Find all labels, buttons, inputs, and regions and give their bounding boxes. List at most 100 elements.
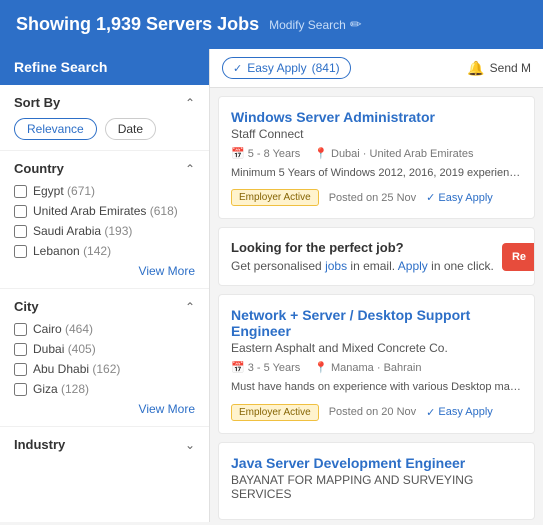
country-uae-checkbox[interactable]	[14, 205, 27, 218]
industry-header[interactable]: Industry ⌄	[14, 437, 195, 452]
city-dubai: Dubai (405)	[14, 342, 195, 356]
city-header: City ⌃	[14, 299, 195, 314]
company-name-1: Staff Connect	[231, 127, 522, 141]
country-lebanon-label: Lebanon (142)	[33, 244, 111, 258]
easy-apply-label-2: Easy Apply	[438, 406, 492, 418]
job-meta-1: 📅 5 - 8 Years 📍 Dubai · United Arab Emir…	[231, 147, 522, 160]
pin-icon-2: 📍	[314, 361, 328, 374]
relevance-sort-button[interactable]: Relevance	[14, 118, 97, 140]
country-saudi-label: Saudi Arabia (193)	[33, 224, 132, 238]
main-layout: Refine Search Sort By ⌃ Relevance Date C…	[0, 49, 543, 522]
tick-icon-1: ✓	[426, 191, 435, 204]
experience-2: 3 - 5 Years	[248, 362, 301, 374]
sort-buttons: Relevance Date	[14, 118, 195, 140]
industry-label: Industry	[14, 437, 65, 452]
sort-by-header: Sort By ⌃	[14, 95, 195, 110]
sidebar-title: Refine Search	[0, 49, 209, 85]
easy-apply-count: (841)	[312, 61, 340, 75]
job-card-3: Java Server Development Engineer BAYANAT…	[218, 442, 535, 520]
sidebar: Refine Search Sort By ⌃ Relevance Date C…	[0, 49, 210, 522]
city-list: Cairo (464) Dubai (405) Abu Dhabi (162) …	[14, 322, 195, 396]
company-name-2: Eastern Asphalt and Mixed Concrete Co.	[231, 341, 522, 355]
industry-chevron-icon: ⌄	[185, 438, 195, 452]
briefcase-icon-2: 📅	[231, 361, 245, 374]
modify-search-link[interactable]: Modify Search ✏	[269, 16, 361, 33]
country-egypt-checkbox[interactable]	[14, 185, 27, 198]
country-header: Country ⌃	[14, 161, 195, 176]
location-2: Manama · Bahrain	[331, 362, 422, 374]
country-lebanon-checkbox[interactable]	[14, 245, 27, 258]
job-card-1: Windows Server Administrator Staff Conne…	[218, 96, 535, 219]
country-saudi: Saudi Arabia (193)	[14, 224, 195, 238]
easy-apply-label: Easy Apply	[247, 61, 306, 75]
city-abudhabi-label: Abu Dhabi (162)	[33, 362, 120, 376]
location-1: Dubai · United Arab Emirates	[331, 148, 473, 160]
tick-icon-2: ✓	[426, 406, 435, 419]
modify-search-label: Modify Search	[269, 18, 346, 32]
employer-badge-1: Employer Active	[231, 189, 319, 206]
personalised-text-part1: Get personalised	[231, 259, 325, 273]
country-egypt: Egypt (671)	[14, 184, 195, 198]
content-area: ✓ Easy Apply (841) 🔔 Send M Windows Serv…	[210, 49, 543, 522]
country-egypt-label: Egypt (671)	[33, 184, 95, 198]
personalised-card: Looking for the perfect job? Get persona…	[218, 227, 535, 286]
sort-by-label: Sort By	[14, 95, 60, 110]
experience-1: 5 - 8 Years	[248, 148, 301, 160]
job-title-3[interactable]: Java Server Development Engineer	[231, 455, 522, 471]
personalised-text: Get personalised jobs in email. Apply in…	[231, 259, 522, 273]
city-giza-checkbox[interactable]	[14, 383, 27, 396]
job-footer-2: Employer Active Posted on 20 Nov ✓ Easy …	[231, 404, 522, 421]
register-button[interactable]: Re	[502, 243, 535, 271]
city-chevron-icon: ⌃	[185, 300, 195, 314]
country-lebanon: Lebanon (142)	[14, 244, 195, 258]
sort-by-chevron-icon: ⌃	[185, 96, 195, 110]
location-meta-2: 📍 Manama · Bahrain	[314, 361, 421, 374]
briefcase-icon-1: 📅	[231, 147, 245, 160]
company-name-3: BAYANAT FOR MAPPING AND SURVEYING SERVIC…	[231, 473, 522, 501]
bell-icon: 🔔	[467, 60, 484, 77]
job-footer-1: Employer Active Posted on 25 Nov ✓ Easy …	[231, 189, 522, 206]
city-cairo: Cairo (464)	[14, 322, 195, 336]
jobs-link[interactable]: jobs	[325, 259, 347, 273]
city-giza-label: Giza (128)	[33, 382, 89, 396]
city-abudhabi-checkbox[interactable]	[14, 363, 27, 376]
personalised-text-part2: in email.	[347, 259, 398, 273]
personalised-title: Looking for the perfect job?	[231, 240, 522, 255]
country-view-more[interactable]: View More	[14, 264, 195, 278]
easy-apply-filter[interactable]: ✓ Easy Apply (841)	[222, 57, 351, 79]
job-card-2: Network + Server / Desktop Support Engin…	[218, 294, 535, 433]
city-view-more[interactable]: View More	[14, 402, 195, 416]
tick-icon: ✓	[233, 62, 242, 75]
city-dubai-checkbox[interactable]	[14, 343, 27, 356]
job-description-2: Must have hands on experience with vario…	[231, 380, 522, 395]
city-label: City	[14, 299, 39, 314]
job-title-1[interactable]: Windows Server Administrator	[231, 109, 522, 125]
employer-badge-2: Employer Active	[231, 404, 319, 421]
industry-section: Industry ⌄	[0, 427, 209, 470]
apply-link[interactable]: Apply	[398, 259, 428, 273]
city-section: City ⌃ Cairo (464) Dubai (405) Abu Dhabi…	[0, 289, 209, 427]
job-title-2[interactable]: Network + Server / Desktop Support Engin…	[231, 307, 522, 339]
country-uae: United Arab Emirates (618)	[14, 204, 195, 218]
easy-apply-btn-1[interactable]: ✓ Easy Apply	[426, 191, 493, 204]
experience-meta-2: 📅 3 - 5 Years	[231, 361, 300, 374]
page-title: Showing 1,939 Servers Jobs	[16, 14, 259, 35]
country-saudi-checkbox[interactable]	[14, 225, 27, 238]
city-giza: Giza (128)	[14, 382, 195, 396]
posted-date-1: Posted on 25 Nov	[329, 192, 416, 204]
city-abudhabi: Abu Dhabi (162)	[14, 362, 195, 376]
easy-apply-label-1: Easy Apply	[438, 192, 492, 204]
page-header: Showing 1,939 Servers Jobs Modify Search…	[0, 0, 543, 49]
job-meta-2: 📅 3 - 5 Years 📍 Manama · Bahrain	[231, 361, 522, 374]
job-description-1: Minimum 5 Years of Windows 2012, 2016, 2…	[231, 166, 522, 181]
date-sort-button[interactable]: Date	[105, 118, 156, 140]
city-cairo-label: Cairo (464)	[33, 322, 93, 336]
pin-icon-1: 📍	[314, 147, 328, 160]
filter-bar: ✓ Easy Apply (841) 🔔 Send M	[210, 49, 543, 88]
city-cairo-checkbox[interactable]	[14, 323, 27, 336]
location-meta-1: 📍 Dubai · United Arab Emirates	[314, 147, 473, 160]
easy-apply-btn-2[interactable]: ✓ Easy Apply	[426, 406, 493, 419]
pencil-icon: ✏	[350, 16, 362, 33]
send-me-button[interactable]: 🔔 Send M	[467, 60, 531, 77]
experience-meta-1: 📅 5 - 8 Years	[231, 147, 300, 160]
